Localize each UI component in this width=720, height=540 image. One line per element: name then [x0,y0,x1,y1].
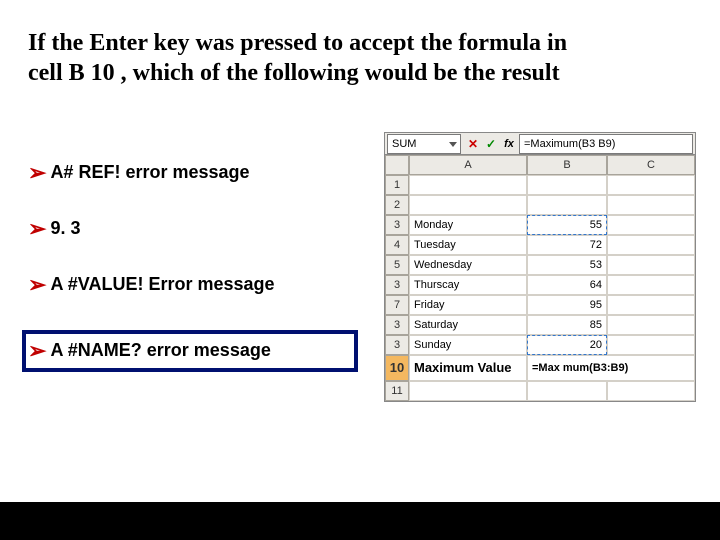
col-header-b[interactable]: B [527,155,607,175]
formula-input[interactable]: =Maximum(B3 B9) [519,134,693,154]
cell-c2[interactable] [607,195,695,215]
option-c-label: A #VALUE! Error message [50,274,274,295]
cell-b5[interactable]: 53 [527,255,607,275]
cell-c11[interactable] [607,381,695,401]
cell-c6[interactable] [607,275,695,295]
option-b[interactable]: ➢ 9. 3 [28,218,358,240]
cell-c3[interactable] [607,215,695,235]
name-box[interactable]: SUM [387,134,461,154]
bullet-arrow-icon: ➢ [28,162,46,184]
option-a-label: A# REF! error message [50,162,249,183]
cell-c1[interactable] [607,175,695,195]
cell-c4[interactable] [607,235,695,255]
cell-a9[interactable]: Sunday [409,335,527,355]
formula-bar: SUM ✕ ✓ fx =Maximum(B3 B9) [385,133,695,155]
cell-a6[interactable]: Thurscay [409,275,527,295]
row-header[interactable]: 3 [385,335,409,355]
option-b-label: 9. 3 [50,218,80,239]
bottom-bar [0,502,720,540]
option-a[interactable]: ➢ A# REF! error message [28,162,358,184]
question-text: If the Enter key was pressed to accept t… [28,28,588,88]
formula-text: =Maximum(B3 B9) [524,138,615,150]
cell-c7[interactable] [607,295,695,315]
row-header[interactable]: 3 [385,315,409,335]
bullet-arrow-icon: ➢ [28,218,46,240]
select-all-corner[interactable] [385,155,409,175]
cancel-icon[interactable]: ✕ [465,136,481,152]
name-box-value: SUM [392,138,416,150]
cell-c5[interactable] [607,255,695,275]
fx-icon[interactable]: fx [501,136,517,152]
cell-b3[interactable]: 55 [527,215,607,235]
cell-a1[interactable] [409,175,527,195]
accept-icon[interactable]: ✓ [483,136,499,152]
row-header[interactable]: 3 [385,215,409,235]
row-header[interactable]: 11 [385,381,409,401]
row-header[interactable]: 3 [385,275,409,295]
cell-a5[interactable]: Wednesday [409,255,527,275]
cell-b8[interactable]: 85 [527,315,607,335]
cell-b1[interactable] [527,175,607,195]
cell-b7[interactable]: 95 [527,295,607,315]
option-d-label: A #NAME? error message [50,340,270,361]
cell-a3[interactable]: Monday [409,215,527,235]
cell-b9[interactable]: 20 [527,335,607,355]
row-header[interactable]: 7 [385,295,409,315]
row-header[interactable]: 1 [385,175,409,195]
cell-a11[interactable] [409,381,527,401]
cell-b10-editing[interactable]: =Max mum(B3:B9) [527,355,695,381]
bullet-arrow-icon: ➢ [28,274,46,296]
grid: A B C 1 2 3 Monday 55 4 Tuesday 72 5 Wed… [385,155,695,401]
row-header[interactable]: 5 [385,255,409,275]
spreadsheet-screenshot: SUM ✕ ✓ fx =Maximum(B3 B9) A B C 1 2 3 M… [384,132,696,402]
formula-bar-buttons: ✕ ✓ fx [463,136,519,152]
bullet-arrow-icon: ➢ [28,340,46,362]
row-header-active[interactable]: 10 [385,355,409,381]
cell-a2[interactable] [409,195,527,215]
cell-b6[interactable]: 64 [527,275,607,295]
col-header-c[interactable]: C [607,155,695,175]
cell-b2[interactable] [527,195,607,215]
row-header[interactable]: 2 [385,195,409,215]
option-c[interactable]: ➢ A #VALUE! Error message [28,274,358,296]
option-d-correct[interactable]: ➢ A #NAME? error message [22,330,358,372]
cell-a8[interactable]: Saturday [409,315,527,335]
cell-a7[interactable]: Friday [409,295,527,315]
cell-a4[interactable]: Tuesday [409,235,527,255]
cell-c8[interactable] [607,315,695,335]
cell-b11[interactable] [527,381,607,401]
cell-a10[interactable]: Maximum Value [409,355,527,381]
options-list: ➢ A# REF! error message ➢ 9. 3 ➢ A #VALU… [28,162,358,406]
row-header[interactable]: 4 [385,235,409,255]
cell-c9[interactable] [607,335,695,355]
col-header-a[interactable]: A [409,155,527,175]
cell-b4[interactable]: 72 [527,235,607,255]
